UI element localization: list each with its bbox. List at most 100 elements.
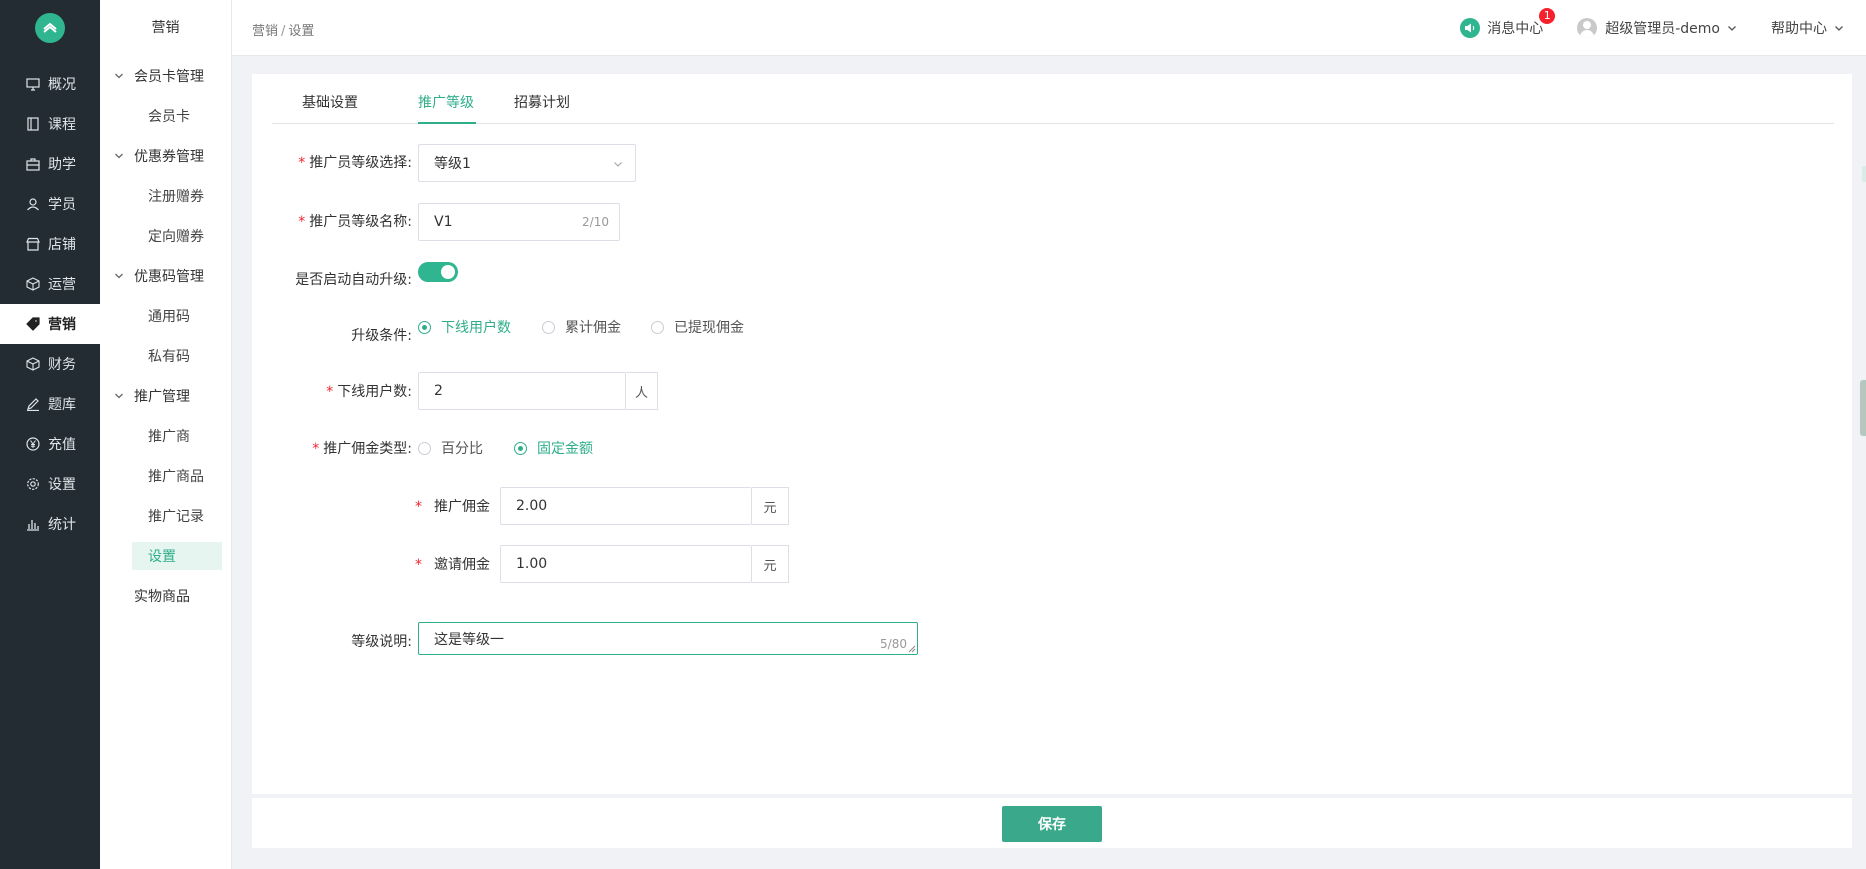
submenu-item-general-code[interactable]: 通用码	[100, 296, 231, 336]
promo-commission-label: * 推广佣金	[252, 496, 490, 516]
invite-commission-input[interactable]: 1.00	[500, 545, 752, 583]
level-name-label: * 推广员等级名称:	[252, 211, 412, 231]
submenu-group-label: 推广管理	[134, 389, 190, 405]
message-center-button[interactable]: 消息中心 1	[1460, 8, 1556, 38]
radio-label: 下线用户数	[441, 320, 511, 336]
radio-downline-users[interactable]: 下线用户数	[418, 317, 511, 337]
submenu-item-promoters[interactable]: 推广商	[100, 416, 231, 456]
breadcrumb-item[interactable]: 营销	[252, 24, 278, 39]
resize-handle-icon[interactable]	[908, 645, 916, 653]
book-icon	[26, 117, 40, 131]
auto-upgrade-toggle[interactable]	[418, 262, 458, 282]
radio-cumulative-commission[interactable]: 累计佣金	[542, 317, 621, 337]
description-label: 等级说明:	[351, 634, 412, 650]
sidebar-item-label: 题库	[48, 397, 76, 413]
sidebar-item-recharge[interactable]: 充值	[0, 424, 100, 464]
sidebar-item-store[interactable]: 店铺	[0, 224, 100, 264]
sidebar-item-label: 设置	[48, 477, 76, 493]
radio-percentage[interactable]: 百分比	[418, 438, 483, 458]
level-name-input[interactable]: V1 2/10	[418, 203, 620, 241]
sidebar-item-statistics[interactable]: 统计	[0, 504, 100, 544]
help-center-menu[interactable]: 帮助中心	[1771, 18, 1844, 38]
downline-count-label: * 下线用户数:	[252, 381, 412, 401]
submenu-item-promo-settings[interactable]: 设置	[132, 542, 222, 570]
submenu-group-promo-code[interactable]: 优惠码管理	[100, 256, 231, 296]
submenu-group-label: 会员卡管理	[134, 69, 204, 85]
field-label: 邀请佣金	[434, 557, 490, 573]
submenu-item-targeted-coupon[interactable]: 定向赠券	[100, 216, 231, 256]
required-mark: *	[312, 441, 320, 457]
submenu-item-promo-records[interactable]: 推广记录	[100, 496, 231, 536]
promo-commission-input[interactable]: 2.00	[500, 487, 752, 525]
message-badge: 1	[1539, 8, 1556, 24]
description-textarea[interactable]: 这是等级一 5/80	[418, 622, 918, 655]
submenu-item-register-coupon[interactable]: 注册赠券	[100, 176, 231, 216]
description-value: 这是等级一	[434, 632, 504, 648]
sidebar-item-label: 店铺	[48, 237, 76, 253]
required-mark: *	[326, 384, 334, 400]
submenu-item-physical-goods[interactable]: 实物商品	[100, 576, 231, 616]
yen-icon	[26, 437, 40, 451]
sidebar-item-finance[interactable]: 财务	[0, 344, 100, 384]
sidebar-item-students[interactable]: 学员	[0, 184, 100, 224]
sidebar-item-marketing[interactable]: 营销	[0, 304, 100, 344]
required-mark: *	[298, 214, 306, 230]
tab-recruitment-plan[interactable]: 招募计划	[514, 92, 570, 112]
submenu-group-coupon[interactable]: 优惠券管理	[100, 136, 231, 176]
radio-dot	[542, 320, 555, 334]
radio-fixed-amount[interactable]: 固定金额	[514, 438, 593, 458]
chevron-down-icon	[115, 393, 123, 399]
chevron-down-icon	[614, 162, 622, 167]
save-button[interactable]: 保存	[1002, 806, 1102, 842]
unit-addon: 人	[626, 372, 658, 410]
sidebar-item-overview[interactable]: 概况	[0, 64, 100, 104]
unit-addon: 元	[752, 487, 789, 525]
level-select-value: 等级1	[434, 156, 471, 172]
unit-addon: 元	[752, 545, 789, 583]
side-tab-handle[interactable]	[1862, 166, 1866, 182]
submenu-item-promo-products[interactable]: 推广商品	[100, 456, 231, 496]
submenu-item-private-code[interactable]: 私有码	[100, 336, 231, 376]
level-select[interactable]: 等级1	[418, 144, 636, 182]
speaker-icon	[1460, 18, 1481, 38]
sidebar-item-study-aid[interactable]: 助学	[0, 144, 100, 184]
help-center-label: 帮助中心	[1771, 21, 1827, 37]
breadcrumb-item: 设置	[288, 24, 315, 39]
radio-label: 固定金额	[537, 441, 593, 457]
app-logo[interactable]	[0, 0, 100, 56]
field-label: 推广员等级名称:	[309, 214, 412, 230]
briefcase-icon	[26, 157, 40, 171]
required-mark: *	[415, 557, 422, 573]
sidebar-item-label: 财务	[48, 357, 76, 373]
radio-withdrawn-commission[interactable]: 已提现佣金	[651, 317, 744, 337]
main-sidebar: 概况 课程 助学 学员 店铺 运营 营销 财务 题库 充值 设置 统计	[0, 0, 100, 869]
tab-promotion-level[interactable]: 推广等级	[418, 92, 474, 112]
auto-upgrade-label: 是否启动自动升级:	[295, 272, 412, 288]
chevron-down-icon	[115, 73, 123, 79]
submenu-group-member-card[interactable]: 会员卡管理	[100, 56, 231, 96]
chevron-down-icon	[1835, 26, 1843, 31]
submenu-group-promotion[interactable]: 推广管理	[100, 376, 231, 416]
submenu-item-member-card[interactable]: 会员卡	[100, 96, 231, 136]
avatar	[1577, 18, 1598, 38]
promo-commission-value: 2.00	[516, 498, 548, 514]
radio-dot	[514, 441, 527, 455]
radio-label: 已提现佣金	[674, 320, 744, 336]
user-menu[interactable]: 超级管理员-demo	[1577, 18, 1737, 38]
sidebar-item-settings[interactable]: 设置	[0, 464, 100, 504]
radio-dot	[418, 320, 431, 334]
sidebar-item-label: 统计	[48, 517, 76, 533]
sidebar-item-label: 助学	[48, 157, 76, 173]
submenu-group-label: 优惠券管理	[134, 149, 204, 165]
user-name: 超级管理员-demo	[1605, 21, 1720, 37]
downline-count-input[interactable]: 2	[418, 372, 626, 410]
sidebar-item-course[interactable]: 课程	[0, 104, 100, 144]
top-header: 营销 / 设置 消息中心 1 超级管理员-demo 帮助中心	[232, 0, 1866, 56]
tab-basic-settings[interactable]: 基础设置	[302, 92, 358, 112]
char-counter: 2/10	[582, 215, 609, 229]
message-center-label: 消息中心	[1487, 21, 1544, 37]
side-drawer-handle[interactable]	[1860, 380, 1866, 436]
sidebar-item-label: 学员	[48, 197, 76, 213]
sidebar-item-question-bank[interactable]: 题库	[0, 384, 100, 424]
sidebar-item-operations[interactable]: 运营	[0, 264, 100, 304]
